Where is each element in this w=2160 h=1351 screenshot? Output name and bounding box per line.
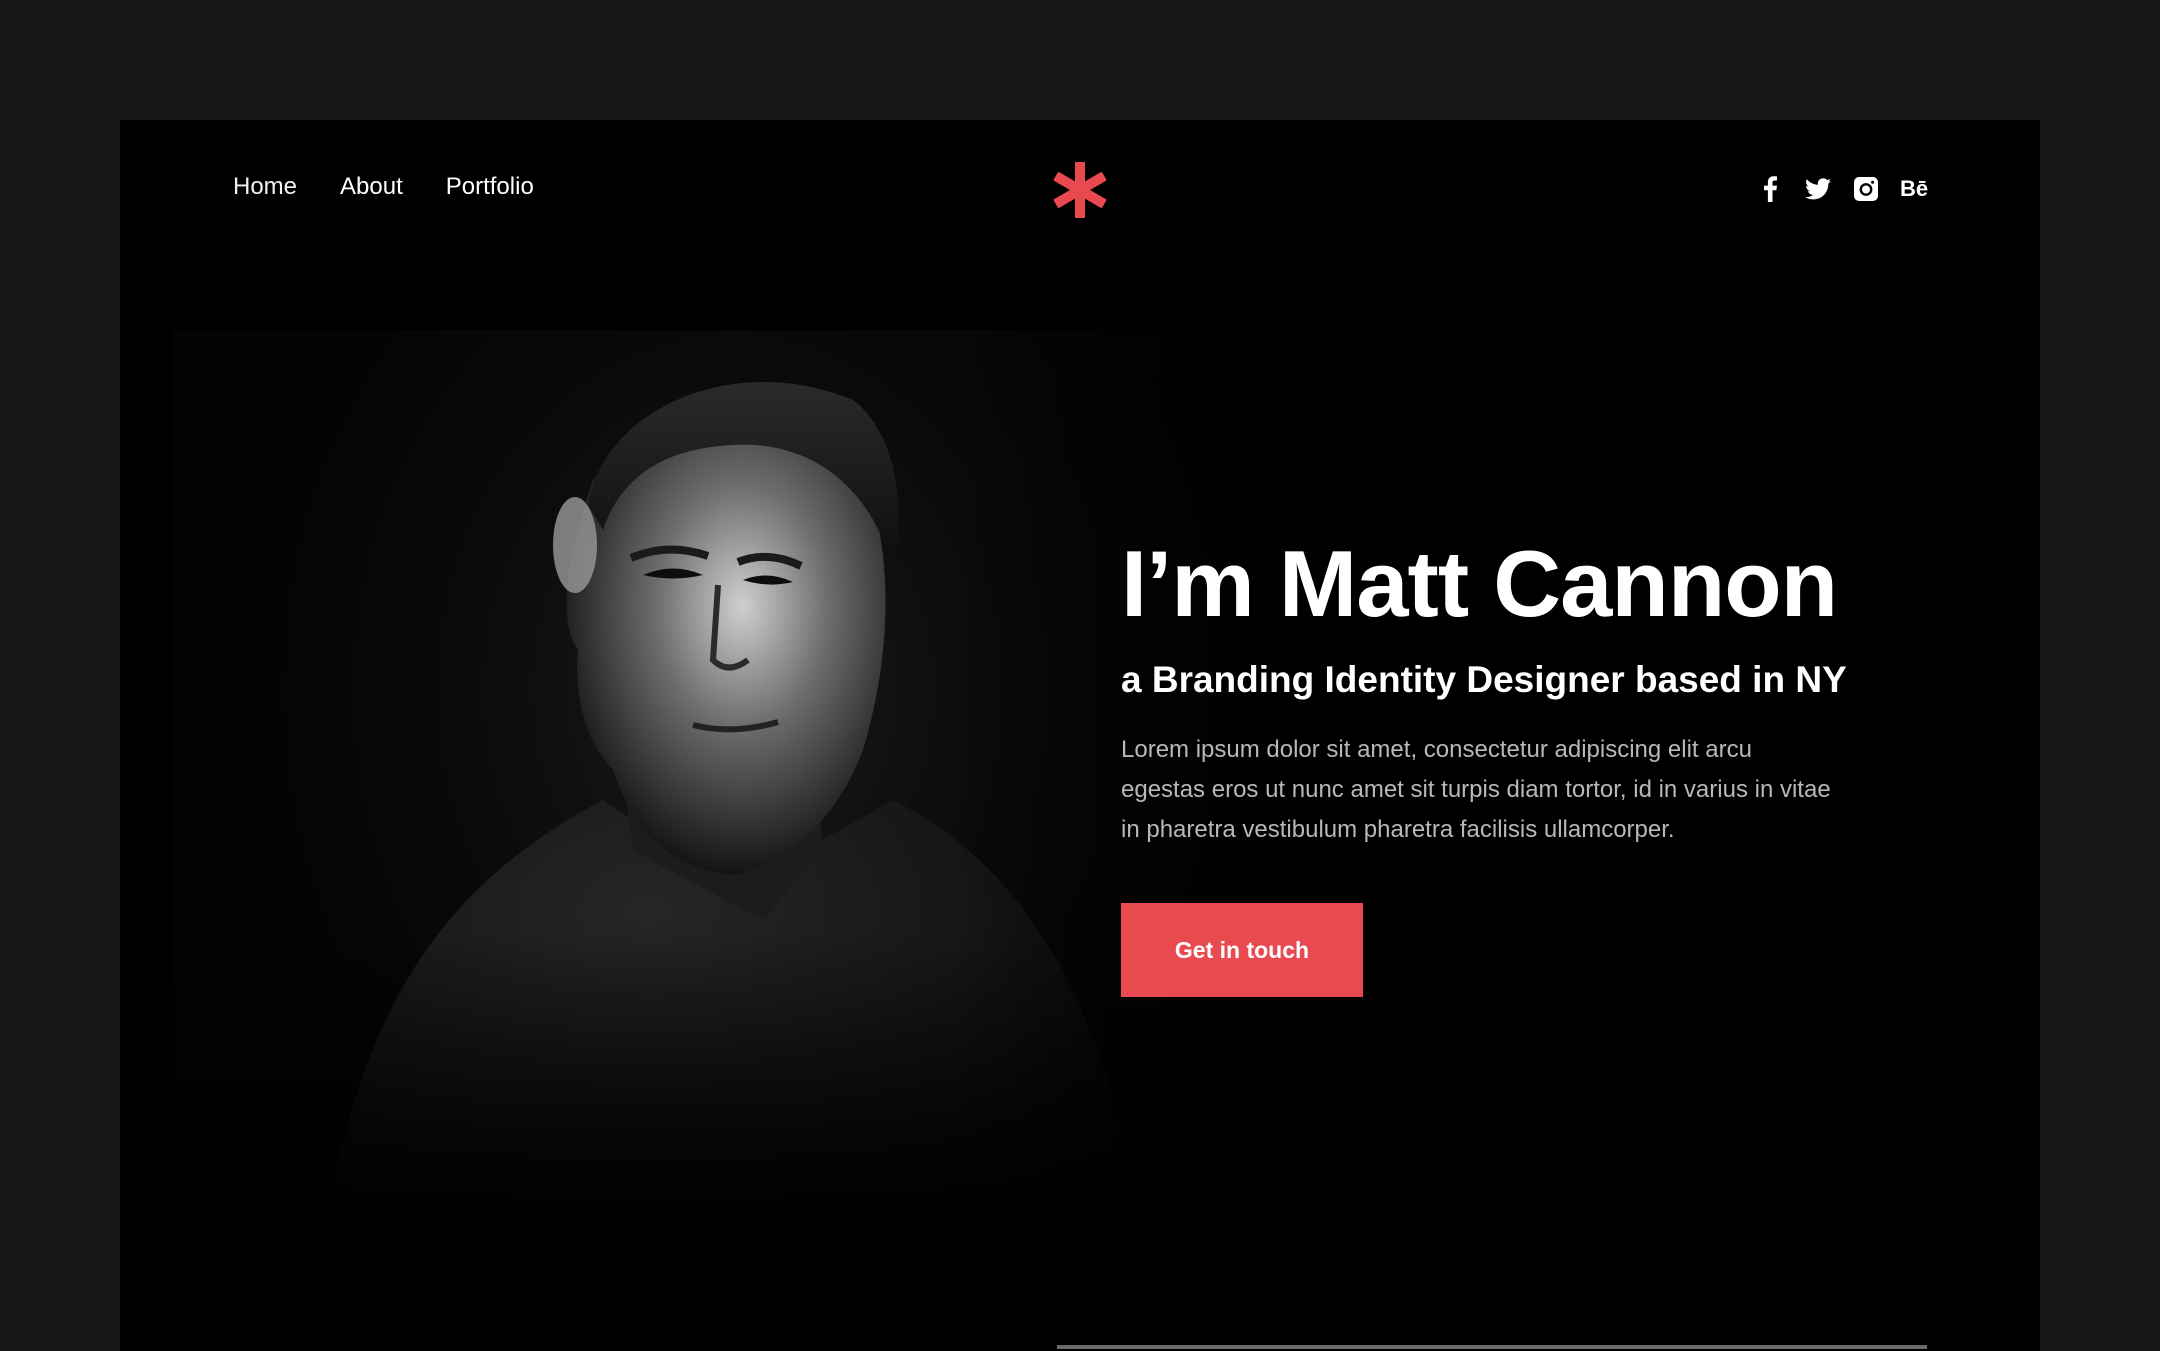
main-nav: Home About Portfolio — [233, 175, 534, 199]
get-in-touch-button[interactable]: Get in touch — [1121, 903, 1363, 997]
nav-about-link[interactable]: About — [340, 175, 403, 199]
nav-portfolio-link[interactable]: Portfolio — [446, 175, 534, 199]
page-frame: Home About Portfolio Bē I’m Matt Cannon … — [120, 120, 2040, 1351]
twitter-icon[interactable] — [1805, 176, 1831, 202]
nav-home-link[interactable]: Home — [233, 175, 297, 199]
scroll-indicator — [1057, 1345, 1927, 1349]
instagram-icon[interactable] — [1853, 176, 1879, 202]
social-links: Bē — [1757, 176, 1928, 202]
hero-title: I’m Matt Cannon — [1121, 531, 1838, 636]
hero-description: Lorem ipsum dolor sit amet, consectetur … — [1121, 736, 1831, 844]
hero-text: I’m Matt Cannon a Branding Identity Desi… — [1121, 531, 1901, 850]
behance-icon[interactable]: Bē — [1900, 176, 1928, 202]
facebook-icon[interactable] — [1757, 176, 1783, 202]
asterisk-logo[interactable] — [1048, 158, 1112, 222]
hero-subtitle: a Branding Identity Designer based in NY — [1121, 658, 1847, 700]
